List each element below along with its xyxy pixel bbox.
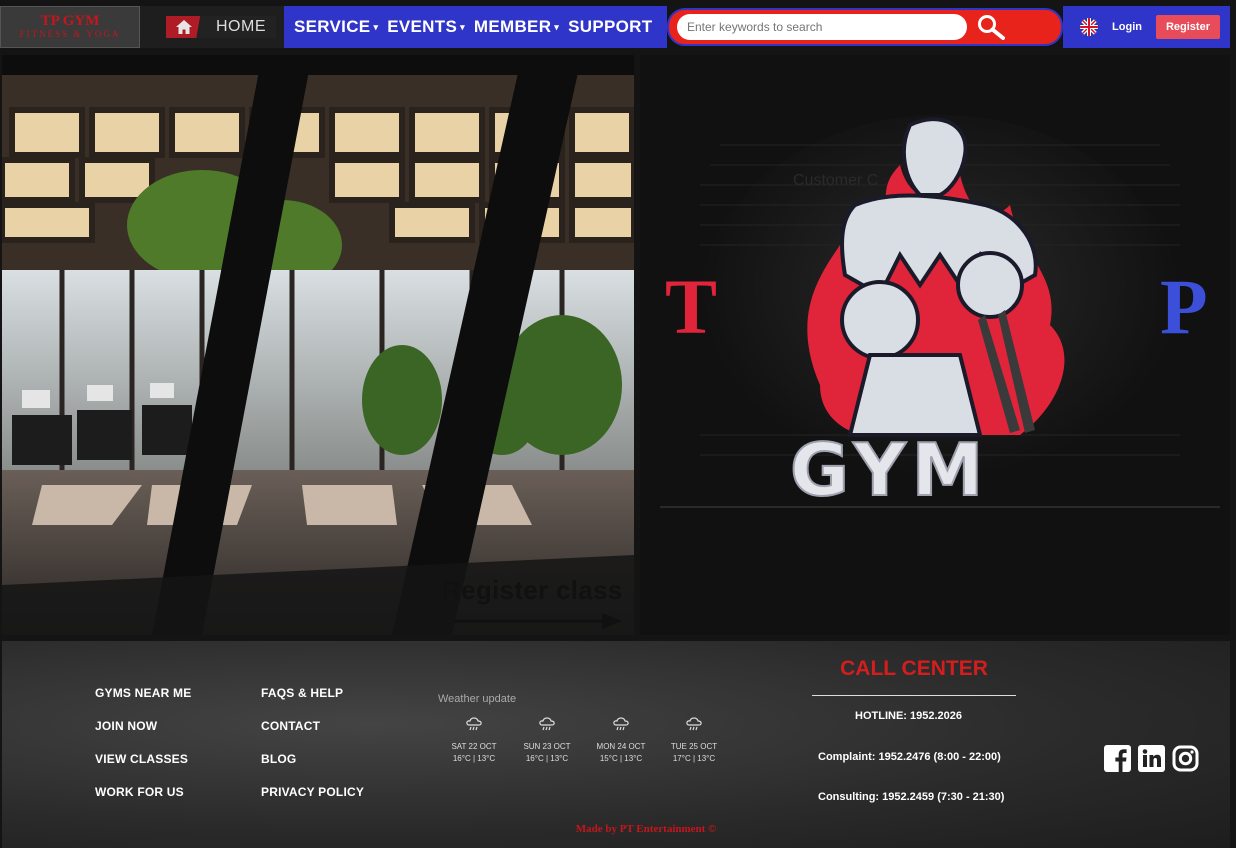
footer-link-work-for-us[interactable]: WORK FOR US — [95, 785, 191, 799]
weather-temp: 16°C | 13°C — [452, 754, 496, 763]
instagram-icon[interactable] — [1172, 745, 1199, 772]
weather-day: SUN 23 OCT 16°C | 13°C — [512, 715, 582, 765]
weather-temp: 16°C | 13°C — [525, 754, 569, 763]
footer-link-gyms-near-me[interactable]: GYMS NEAR ME — [95, 686, 191, 700]
nav-events-label: EVENTS — [387, 17, 458, 36]
chevron-down-icon: ▾ — [554, 21, 560, 32]
footer-link-privacy-policy[interactable]: PRIVACY POLICY — [261, 785, 364, 799]
search-button[interactable] — [975, 12, 1007, 42]
weather-temp: 15°C | 13°C — [599, 754, 643, 763]
social-links — [1104, 745, 1199, 772]
rain-cloud-icon — [539, 717, 555, 731]
tp-gym-logo: T P GYM — [640, 55, 1230, 635]
tp-gym-logo-panel: T P GYM Customer C — [640, 55, 1230, 635]
arrow-right-icon — [454, 613, 622, 629]
chevron-down-icon: ▾ — [460, 21, 465, 32]
home-bar: HOME — [140, 6, 284, 48]
call-center-title: CALL CENTER — [840, 657, 988, 680]
nav-support[interactable]: SUPPORT — [568, 17, 652, 37]
footer: GYMS NEAR ME JOIN NOW VIEW CLASSES WORK … — [2, 641, 1230, 848]
register-button[interactable]: Register — [1155, 15, 1220, 39]
logo-letter-t: T — [665, 263, 717, 350]
weather-date: TUE 25 OCT — [670, 742, 718, 751]
customer-label: Customer C — [793, 172, 879, 189]
linkedin-icon[interactable] — [1138, 745, 1165, 772]
rain-cloud-icon — [466, 717, 482, 731]
complaint-line[interactable]: Complaint: 1952.2476 (8:00 - 22:00) — [818, 751, 1001, 763]
brand-title: TP GYM — [40, 13, 100, 29]
weather-date: SAT 22 OCT — [451, 742, 497, 751]
weather-date: MON 24 OCT — [596, 742, 646, 751]
weather-date: SUN 23 OCT — [523, 742, 571, 751]
footer-link-join-now[interactable]: JOIN NOW — [95, 719, 191, 733]
weather-temp: 17°C | 13°C — [672, 754, 716, 763]
gym-interior-banner[interactable]: Register class — [2, 55, 634, 635]
chevron-down-icon: ▾ — [373, 21, 379, 32]
brand-subtitle: FITNESS & YOGA — [19, 29, 121, 39]
weather-day: TUE 25 OCT 17°C | 13°C — [659, 715, 729, 765]
weather-title: Weather update — [438, 693, 517, 705]
home-icon — [172, 17, 196, 37]
register-class-link[interactable]: Register class — [442, 575, 623, 606]
nav-service[interactable]: SERVICE ▾ — [294, 17, 378, 37]
made-by-credit: Made by PT Entertainment © — [575, 823, 717, 835]
footer-links-col2: FAQS & HELP CONTACT BLOG PRIVACY POLICY — [261, 686, 364, 799]
nav-service-label: SERVICE — [294, 17, 371, 36]
footer-link-blog[interactable]: BLOG — [261, 752, 364, 766]
nav-member-label: MEMBER — [473, 17, 552, 36]
login-link[interactable]: Login — [1112, 21, 1142, 33]
footer-link-view-classes[interactable]: VIEW CLASSES — [95, 752, 191, 766]
weather-day: SAT 22 OCT 16°C | 13°C — [439, 715, 509, 765]
nav-support-label: SUPPORT — [568, 17, 653, 36]
facebook-icon[interactable] — [1104, 745, 1131, 772]
weather-day: MON 24 OCT 15°C | 13°C — [586, 715, 656, 765]
consulting-line[interactable]: Consulting: 1952.2459 (7:30 - 21:30) — [818, 791, 1004, 803]
logo-letter-p: P — [1160, 263, 1208, 350]
home-label: HOME — [216, 18, 266, 35]
footer-link-faqs[interactable]: FAQS & HELP — [261, 686, 364, 700]
top-navigation-bar: TP GYM FITNESS & YOGA HOME SERVICE ▾ EVEN… — [0, 6, 1230, 48]
footer-links-col1: GYMS NEAR ME JOIN NOW VIEW CLASSES WORK … — [95, 686, 191, 799]
divider — [812, 695, 1016, 696]
gym-interior-image — [2, 55, 634, 635]
footer-link-contact[interactable]: CONTACT — [261, 719, 364, 733]
search-input[interactable] — [677, 14, 967, 40]
rain-cloud-icon — [613, 717, 629, 731]
nav-member[interactable]: MEMBER ▾ — [474, 17, 559, 37]
home-link[interactable]: HOME — [166, 16, 276, 38]
brand-logo[interactable]: TP GYM FITNESS & YOGA — [0, 6, 140, 48]
account-area: Login Register — [1063, 6, 1230, 48]
nav-events[interactable]: EVENTS ▾ — [387, 17, 465, 37]
hotline[interactable]: HOTLINE: 1952.2026 — [855, 710, 962, 722]
uk-flag-icon[interactable] — [1080, 18, 1099, 36]
logo-gym-text: GYM — [790, 428, 989, 512]
search-icon — [978, 15, 1005, 40]
rain-cloud-icon — [686, 717, 702, 731]
search-bar — [667, 8, 1063, 46]
main-menu: SERVICE ▾ EVENTS ▾ MEMBER ▾ SUPPORT — [284, 6, 667, 48]
